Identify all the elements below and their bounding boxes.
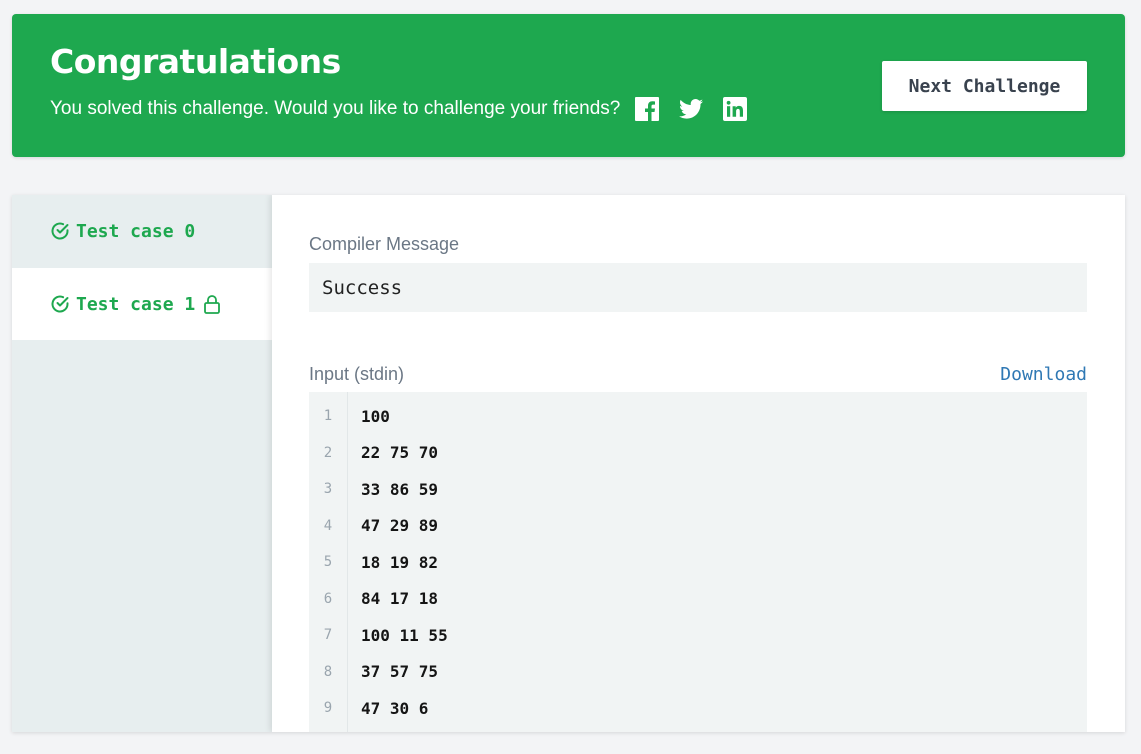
code-line: 2 22 75 70 [309, 435, 1087, 471]
line-number: 7 [323, 627, 333, 643]
linkedin-icon[interactable] [723, 97, 748, 121]
lock-icon [203, 294, 221, 314]
input-label: Input (stdin) [309, 364, 405, 384]
code-line: 8 37 57 75 [309, 654, 1087, 690]
check-circle-icon [50, 221, 70, 241]
facebook-icon[interactable] [635, 97, 660, 121]
line-text: 100 11 55 [361, 625, 448, 645]
line-text: 84 17 18 [361, 589, 439, 608]
twitter-icon[interactable] [679, 99, 704, 119]
line-number: 9 [323, 700, 333, 716]
compiler-message-label: Compiler Message [309, 234, 460, 254]
line-number: 5 [323, 554, 333, 570]
line-text: 47 29 89 [361, 516, 439, 535]
line-number: 1 [323, 408, 333, 424]
tab-label: Test case 1 [76, 293, 196, 315]
line-text: 37 57 75 [361, 662, 439, 681]
next-challenge-button[interactable]: Next Challenge [882, 61, 1087, 111]
code-line: 3 33 86 59 [309, 471, 1087, 507]
line-text: 22 75 70 [361, 443, 439, 462]
code-line: 9 47 30 6 [309, 690, 1087, 726]
code-line: 5 18 19 82 [309, 544, 1087, 580]
line-number: 3 [323, 481, 333, 497]
code-line: 6 84 17 18 [309, 581, 1087, 617]
banner-subtitle: You solved this challenge. Would you lik… [50, 98, 621, 119]
code-line: 4 47 29 89 [309, 508, 1087, 544]
test-case-detail: Compiler Message Success Input (stdin) D… [272, 195, 1125, 732]
code-line: 1 100 [309, 398, 1087, 434]
line-number: 8 [323, 663, 333, 680]
congratulations-banner: Congratulations You solved this challeng… [12, 14, 1125, 157]
line-number: 2 [323, 444, 333, 461]
code-line: 7 100 11 55 [309, 617, 1087, 653]
download-link[interactable]: Download [1000, 364, 1087, 385]
banner-subtitle-row: You solved this challenge. Would you lik… [50, 97, 748, 121]
line-text: 100 [361, 406, 390, 426]
line-text: 47 30 6 [361, 698, 429, 718]
tab-test-case-1[interactable]: Test case 1 [12, 268, 272, 340]
line-text: 18 19 82 [361, 552, 439, 572]
tab-label: Test case 0 [76, 220, 196, 242]
line-number: 4 [323, 517, 333, 534]
test-results-panel: Test case 0 Test case 1 Compiler Message… [12, 195, 1125, 732]
line-number: 6 [323, 590, 333, 607]
tab-test-case-0[interactable]: Test case 0 [12, 195, 272, 267]
banner-title: Congratulations [50, 42, 341, 81]
compiler-message-box: Success [309, 263, 1087, 312]
line-text: 33 86 59 [361, 479, 439, 499]
compiler-message-text: Success [322, 276, 403, 299]
social-share-group [635, 97, 748, 121]
input-code-block: 1 100 2 22 75 70 3 33 86 59 4 47 29 89 5 18 19 82… [309, 392, 1087, 732]
check-circle-icon [50, 294, 70, 314]
